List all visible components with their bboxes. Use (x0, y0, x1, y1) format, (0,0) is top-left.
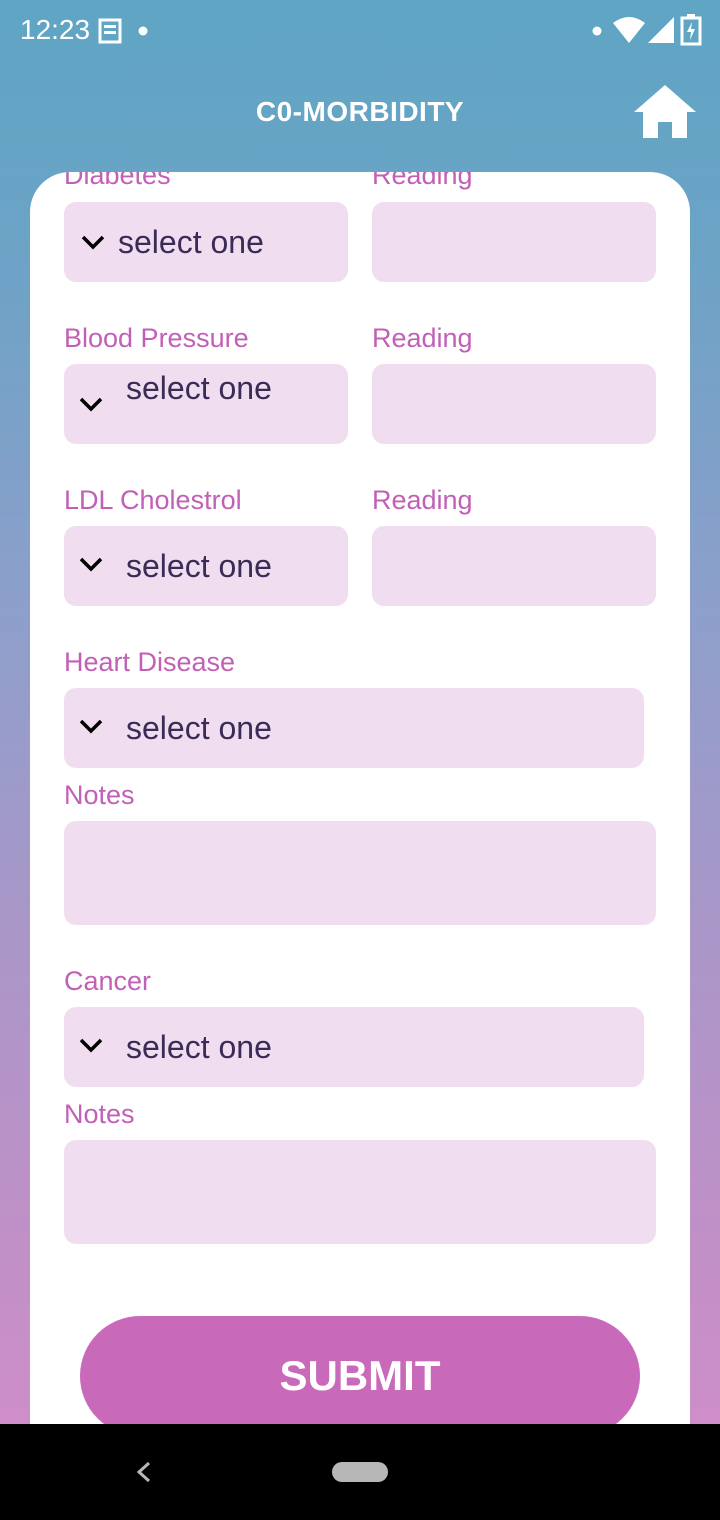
ldl-label: LDL Cholestrol (64, 485, 242, 515)
heart-disease-notes-label: Notes (64, 780, 135, 810)
diabetes-reading-input[interactable] (372, 202, 656, 282)
status-time: 12:23 (20, 14, 91, 45)
blood-pressure-label: Blood Pressure (64, 323, 249, 353)
dot-icon (592, 26, 602, 36)
ldl-select[interactable]: select one (64, 526, 348, 606)
diabetes-reading-label: Reading (372, 172, 473, 190)
blood-pressure-reading-input[interactable] (372, 364, 656, 444)
page-title: C0-MORBIDITY (255, 96, 465, 127)
diabetes-select[interactable]: select one (64, 202, 348, 282)
blood-pressure-reading-label: Reading (372, 323, 473, 353)
blood-pressure-select[interactable]: select one (64, 364, 348, 444)
heart-disease-select-value: select one (126, 710, 272, 746)
heart-disease-notes-input[interactable] (64, 821, 656, 925)
ldl-select-value: select one (126, 548, 272, 584)
cancer-label: Cancer (64, 966, 152, 996)
chevron-down-icon (81, 235, 105, 250)
signal-icon (648, 17, 674, 43)
heart-disease-select[interactable]: select one (64, 688, 644, 768)
back-icon[interactable] (134, 1460, 154, 1484)
news-notification-icon (98, 18, 122, 44)
home-button[interactable] (632, 82, 698, 142)
cancer-notes-label: Notes (64, 1099, 135, 1129)
cancer-select-value: select one (126, 1029, 272, 1065)
diabetes-label: Diabetes (64, 172, 171, 190)
heart-disease-label: Heart Disease (64, 647, 236, 677)
cancer-notes-input[interactable] (64, 1140, 656, 1244)
chevron-down-icon (79, 557, 103, 572)
ldl-reading-label: Reading (372, 485, 473, 515)
chevron-down-icon (79, 397, 103, 412)
cancer-select[interactable]: select one (64, 1007, 644, 1087)
submit-button[interactable]: SUBMIT (80, 1316, 640, 1436)
home-icon (634, 85, 696, 138)
battery-icon (680, 14, 702, 46)
dot-icon (138, 26, 148, 36)
home-pill[interactable] (332, 1462, 388, 1482)
wifi-icon (613, 17, 645, 43)
chevron-down-icon (79, 1038, 103, 1053)
form-card: Diabetes Reading select one Blood Pressu… (30, 172, 690, 1472)
blood-pressure-select-value: select one (126, 370, 272, 406)
ldl-reading-input[interactable] (372, 526, 656, 606)
chevron-down-icon (79, 719, 103, 734)
diabetes-select-value: select one (118, 224, 264, 260)
